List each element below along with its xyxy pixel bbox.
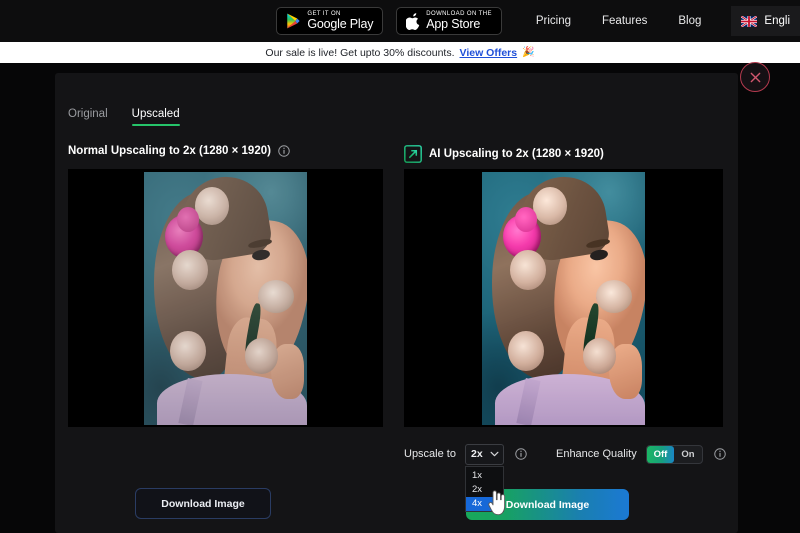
close-button[interactable] — [740, 62, 770, 92]
close-icon — [750, 72, 760, 82]
language-label: Engli — [764, 15, 790, 27]
nav-links: Pricing Features Blog — [536, 15, 702, 27]
upscale-info-icon[interactable] — [515, 448, 527, 460]
dropdown-option-2x[interactable]: 2x — [466, 483, 503, 497]
app-store-label: App Store — [426, 17, 481, 32]
download-image-button-normal[interactable]: Download Image — [135, 488, 271, 519]
upscale-to-label: Upscale to — [404, 448, 456, 460]
nav-link-pricing[interactable]: Pricing — [536, 15, 571, 27]
info-icon[interactable] — [278, 145, 290, 157]
uk-flag-icon — [741, 15, 758, 27]
chevron-down-icon — [490, 451, 499, 457]
normal-upscale-image — [144, 171, 307, 425]
tab-upscaled[interactable]: Upscaled — [131, 108, 180, 126]
normal-upscale-panel: Normal Upscaling to 2x (1280 × 1920) Dow… — [55, 141, 396, 533]
normal-upscale-header: Normal Upscaling to 2x (1280 × 1920) — [68, 145, 290, 157]
upscale-factor-value: 2x — [470, 448, 483, 460]
language-selector[interactable]: Engli — [731, 6, 800, 36]
tab-original[interactable]: Original — [68, 108, 108, 126]
app-root: GET IT ON Google Play Download on the Ap… — [0, 0, 800, 533]
enhance-quality-info-icon[interactable] — [713, 448, 726, 460]
ai-upscale-icon — [404, 145, 422, 163]
nav-link-features[interactable]: Features — [602, 15, 647, 27]
apple-icon — [406, 12, 420, 30]
google-play-icon — [287, 13, 301, 29]
comparison-columns: Normal Upscaling to 2x (1280 × 1920) Dow… — [55, 141, 738, 533]
upscale-factor-select[interactable]: 2x — [464, 443, 504, 465]
enhance-quality-off-option[interactable]: Off — [646, 445, 675, 463]
upscale-modal: Original Upscaled Normal Upscaling to 2x… — [55, 73, 738, 533]
enhance-quality-toggle[interactable]: Off On — [645, 444, 703, 464]
nav-link-blog[interactable]: Blog — [678, 15, 701, 27]
modal-tabs: Original Upscaled — [68, 108, 180, 126]
store-badges: GET IT ON Google Play Download on the Ap… — [276, 7, 502, 35]
enhance-quality-label: Enhance Quality — [555, 448, 637, 460]
enhance-quality-on-option[interactable]: On — [674, 446, 702, 463]
normal-upscale-title: Normal Upscaling to 2x (1280 × 1920) — [68, 145, 271, 157]
normal-upscale-image-stage — [68, 169, 383, 427]
ai-upscale-panel: AI Upscaling to 2x (1280 × 1920) Upscale… — [396, 141, 737, 533]
ai-upscale-title: AI Upscaling to 2x (1280 × 1920) — [429, 148, 604, 160]
google-play-badge[interactable]: GET IT ON Google Play — [276, 7, 384, 35]
promo-text: Our sale is live! Get upto 30% discounts… — [265, 46, 455, 59]
top-navigation-bar: GET IT ON Google Play Download on the Ap… — [0, 0, 800, 42]
party-popper-icon: 🎉 — [522, 47, 535, 58]
google-play-label: Google Play — [307, 17, 374, 32]
ai-upscale-controls: Upscale to 2x 1x 2x 4x Enhance Quality O… — [404, 443, 726, 512]
upscale-factor-dropdown: 1x 2x 4x — [464, 465, 504, 512]
ai-upscale-header: AI Upscaling to 2x (1280 × 1920) — [404, 145, 604, 163]
dropdown-option-1x[interactable]: 1x — [466, 469, 503, 483]
upscale-factor-select-wrapper: 2x 1x 2x 4x — [464, 443, 504, 512]
dropdown-option-4x[interactable]: 4x — [465, 496, 503, 511]
ai-upscale-image — [482, 171, 645, 425]
ai-upscale-image-stage — [404, 169, 723, 427]
view-offers-link[interactable]: View Offers — [460, 47, 518, 59]
promo-banner: Our sale is live! Get upto 30% discounts… — [0, 42, 800, 63]
app-store-badge[interactable]: Download on the App Store — [396, 7, 502, 35]
